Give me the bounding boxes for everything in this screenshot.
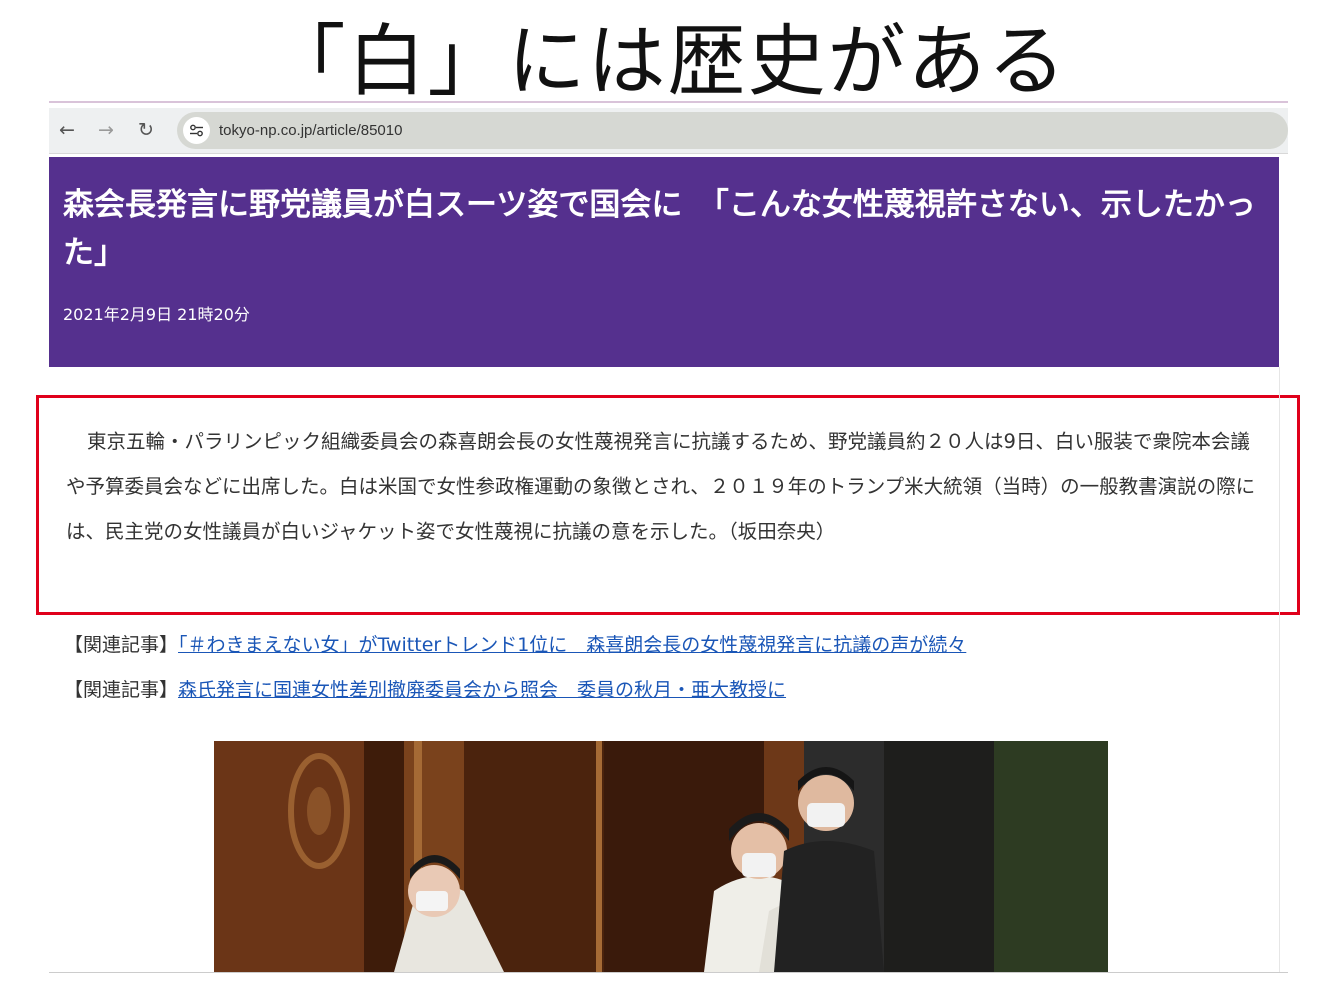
article-date: 2021年2月9日 21時20分	[63, 305, 250, 324]
forward-button[interactable]: →	[94, 118, 118, 142]
related-article-1: 【関連記事】「＃わきまえない女」がTwitterトレンド1位に 森喜朗会長の女性…	[64, 630, 966, 660]
divider	[1279, 367, 1280, 972]
related-link-1[interactable]: 「＃わきまえない女」がTwitterトレンド1位に 森喜朗会長の女性蔑視発言に抗…	[178, 634, 966, 656]
back-button[interactable]: ←	[55, 118, 79, 142]
reload-icon: ↻	[138, 119, 154, 141]
divider	[49, 972, 1288, 973]
reload-button[interactable]: ↻	[134, 118, 158, 142]
highlighted-article-body: 東京五輪・パラリンピック組織委員会の森喜朗会長の女性蔑視発言に抗議するため、野党…	[36, 395, 1300, 615]
article-photo	[214, 741, 1108, 972]
site-info-button[interactable]	[183, 117, 210, 144]
article-header: 森会長発言に野党議員が白スーツ姿で国会に 「こんな女性蔑視許さない、示したかった…	[49, 157, 1279, 367]
arrow-right-icon: →	[98, 119, 114, 141]
address-bar[interactable]: tokyo-np.co.jp/article/85010	[177, 112, 1288, 149]
related-article-2: 【関連記事】森氏発言に国連女性差別撤廃委員会から照会 委員の秋月・亜大教授に	[64, 675, 786, 705]
url-text[interactable]: tokyo-np.co.jp/article/85010	[219, 112, 402, 149]
divider	[49, 101, 1288, 103]
arrow-left-icon: ←	[59, 119, 75, 141]
related-link-2[interactable]: 森氏発言に国連女性差別撤廃委員会から照会 委員の秋月・亜大教授に	[178, 679, 786, 701]
browser-toolbar: ← → ↻ tokyo-np.co.jp/article/85010	[49, 108, 1288, 154]
article-body: 東京五輪・パラリンピック組織委員会の森喜朗会長の女性蔑視発言に抗議するため、野党…	[66, 430, 1256, 543]
article-headline: 森会長発言に野党議員が白スーツ姿で国会に 「こんな女性蔑視許さない、示したかった…	[63, 187, 1256, 271]
tune-icon	[190, 124, 203, 137]
related-label: 【関連記事】	[64, 679, 179, 701]
related-label: 【関連記事】	[64, 634, 179, 656]
slide-title: 「白」には歴史がある	[267, 17, 1068, 107]
